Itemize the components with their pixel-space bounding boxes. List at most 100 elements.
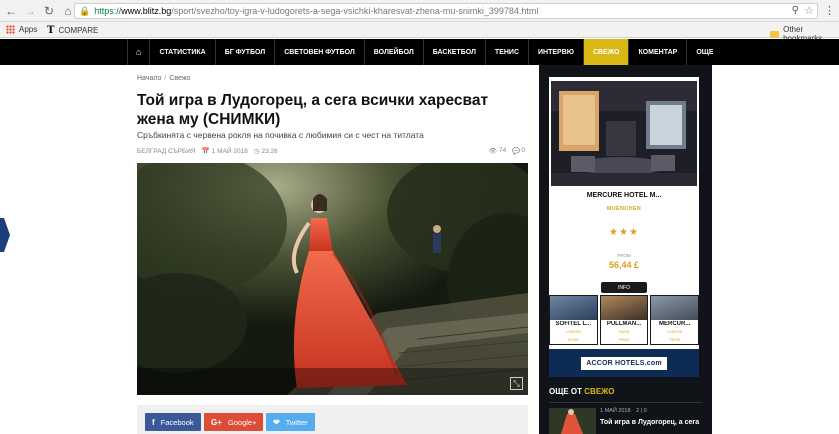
- google-plus-icon: G+: [211, 417, 222, 427]
- hotel-stars: ★★★: [609, 227, 639, 238]
- hotel-thumb-from: FROM: [618, 338, 630, 342]
- twitter-label: Twitter: [285, 417, 308, 427]
- photo-illustration: [137, 163, 528, 395]
- comment-icon[interactable]: 💬: [512, 147, 520, 155]
- lock-icon: 🔒: [79, 5, 91, 16]
- browser-toolbar: ← → ↻ ⌂ 🔒 https://www.blitz.bg/sport/sve…: [0, 0, 839, 22]
- background-chevron-icon: [0, 218, 10, 252]
- related-article-title[interactable]: Той игра в Лудогорец, а сега: [600, 419, 699, 426]
- hotel-thumb[interactable]: MERCUR... LONDON FROM: [650, 295, 700, 345]
- divider: [549, 402, 702, 403]
- calendar-icon: 📅: [201, 148, 210, 155]
- zoom-icon[interactable]: ⚲: [792, 5, 799, 16]
- browser-menu-icon[interactable]: ⋮: [824, 4, 835, 17]
- related-thumb-illustration: [549, 408, 596, 434]
- bookmark-compare[interactable]: T COMPARE: [47, 25, 98, 36]
- clock-icon: ◷: [253, 148, 260, 155]
- article-time: 23:26: [261, 147, 278, 155]
- google-share-button[interactable]: G+ Google+: [204, 413, 264, 431]
- hotel-thumb-city: LONDON: [667, 330, 683, 334]
- nav-item-more[interactable]: ОЩЕ: [686, 39, 722, 65]
- twitter-share-button[interactable]: ❤ Twitter: [266, 413, 315, 431]
- address-bar[interactable]: 🔒 https://www.blitz.bg/sport/svezho/toy-…: [74, 3, 818, 19]
- hotel-name: MERCURE HOTEL M...: [586, 192, 662, 199]
- home-icon: ⌂: [136, 47, 142, 57]
- hotel-thumb-from: FROM: [568, 338, 579, 342]
- more-section[interactable]: СВЕЖО: [584, 387, 614, 396]
- comment-count[interactable]: 0: [521, 147, 525, 155]
- article-author: БЕЛГРАД СЪРБИЯ: [137, 147, 196, 155]
- article-photo[interactable]: ⤡: [137, 163, 528, 395]
- nav-home[interactable]: ⌂: [127, 39, 149, 65]
- google-label: Google+: [227, 417, 257, 427]
- hotel-ad-photo[interactable]: [551, 81, 697, 186]
- facebook-icon: f: [152, 417, 155, 427]
- bookmarks-bar: Apps T COMPARE Other bookmarks: [0, 22, 839, 43]
- url-path: /sport/svezho/toy-igra-v-ludogorets-a-se…: [171, 6, 539, 16]
- article-date: 1 МАЙ 2018: [211, 147, 248, 155]
- hotel-thumb[interactable]: PULLMAN... PARIS FROM: [599, 295, 649, 345]
- site-navigation: ⌂ СТАТИСТИКА БГ ФУТБОЛ СВЕТОВЕН ФУТБОЛ В…: [0, 39, 839, 65]
- nav-item-statistics[interactable]: СТАТИСТИКА: [149, 39, 214, 65]
- article-title: Той игра в Лудогорец, а сега всички харе…: [137, 92, 489, 128]
- expand-icon[interactable]: ⤡: [510, 377, 523, 390]
- related-article-thumbnail[interactable]: [549, 408, 596, 434]
- twitter-icon: ❤: [273, 417, 280, 427]
- facebook-share-button[interactable]: f Facebook: [145, 413, 201, 431]
- nav-item-fresh[interactable]: СВЕЖО: [583, 39, 629, 65]
- nav-item-tennis[interactable]: ТЕНИС: [484, 39, 528, 65]
- hotel-thumb-name: SOFITEL L...: [555, 321, 592, 327]
- hotel-thumb-city: PARIS: [618, 330, 630, 334]
- related-article-date: 1 МАЙ 2018: [600, 408, 631, 414]
- breadcrumb-home[interactable]: Начало: [137, 75, 161, 82]
- url-scheme: https://: [94, 6, 122, 16]
- hotel-thumb-from: FROM: [669, 338, 680, 342]
- hotel-thumbnails: SOFITEL L... LONDON FROM PULLMAN... PARI…: [549, 295, 700, 345]
- hotel-thumb-city: LONDON: [565, 330, 581, 334]
- t-logo-icon: T: [47, 25, 55, 36]
- breadcrumb-separator: /: [164, 75, 167, 82]
- view-count: 74: [499, 147, 507, 154]
- url-host: www.blitz.bg: [121, 6, 172, 16]
- hotel-thumb-name: MERCUR...: [659, 321, 691, 327]
- hotel-price: 56,44 £: [608, 260, 640, 270]
- reload-icon[interactable]: ↻: [41, 3, 57, 19]
- article-subtitle: Сръбкинята с червена рокля на почивка с …: [137, 130, 424, 140]
- more-from-heading: ОЩЕ ОТ СВЕЖО: [549, 387, 615, 396]
- breadcrumb: Начало / Свежо: [137, 75, 190, 82]
- apps-grid-icon: [6, 25, 15, 34]
- nav-item-world-football[interactable]: СВЕТОВЕН ФУТБОЛ: [274, 39, 364, 65]
- hotel-city: MUENCHEN: [606, 206, 642, 212]
- sidebar: MERCURE HOTEL M... MUENCHEN ★★★ FROM 56,…: [539, 65, 712, 434]
- article: Начало / Свежо Той игра в Лудогорец, а сег…: [137, 65, 529, 434]
- nav-item-interview[interactable]: ИНТЕРВЮ: [528, 39, 583, 65]
- hotel-thumb-image: [550, 296, 597, 320]
- nav-item-basketball[interactable]: БАСКЕТБОЛ: [422, 39, 485, 65]
- accor-logo-text: ACCOR HOTELS.com: [581, 356, 667, 370]
- related-article-meta: 1 МАЙ 2018 2 | 0: [600, 408, 647, 414]
- bookmark-apps[interactable]: Apps: [6, 25, 37, 34]
- forward-arrow-icon[interactable]: →: [22, 3, 38, 19]
- share-bar: f Facebook G+ Google+ ❤ Twitter: [137, 405, 528, 434]
- breadcrumb-section[interactable]: Свежо: [169, 75, 190, 82]
- nav-item-commentary[interactable]: КОМЕНТАР: [628, 39, 686, 65]
- hotel-thumb[interactable]: SOFITEL L... LONDON FROM: [549, 295, 598, 345]
- hotel-thumb-image: [600, 296, 648, 320]
- bookmark-star-icon[interactable]: ☆: [804, 4, 814, 17]
- hotel-ad[interactable]: MERCURE HOTEL M... MUENCHEN ★★★ FROM 56,…: [549, 77, 700, 377]
- article-meta: БЕЛГРАД СЪРБИЯ 📅 1 МАЙ 2018 ◷ 23:26: [137, 147, 278, 156]
- related-article-counts: 2 | 0: [636, 408, 647, 414]
- nav-item-volleyball[interactable]: ВОЛЕЙБОЛ: [363, 39, 423, 65]
- accor-hotels-logo[interactable]: ACCOR HOTELS.com: [549, 349, 699, 377]
- eye-icon: 👁: [488, 148, 498, 155]
- more-prefix: ОЩЕ ОТ: [549, 387, 583, 396]
- hotel-room-illustration: [551, 81, 697, 186]
- facebook-label: Facebook: [160, 417, 194, 427]
- price-from-label: FROM: [617, 253, 631, 258]
- bookmark-label: COMPARE: [58, 26, 99, 35]
- info-button[interactable]: INFO: [601, 282, 647, 293]
- nav-item-bg-football[interactable]: БГ ФУТБОЛ: [214, 39, 275, 65]
- bookmark-label: Apps: [19, 25, 38, 34]
- back-arrow-icon[interactable]: ←: [3, 3, 19, 19]
- folder-icon: [770, 30, 780, 38]
